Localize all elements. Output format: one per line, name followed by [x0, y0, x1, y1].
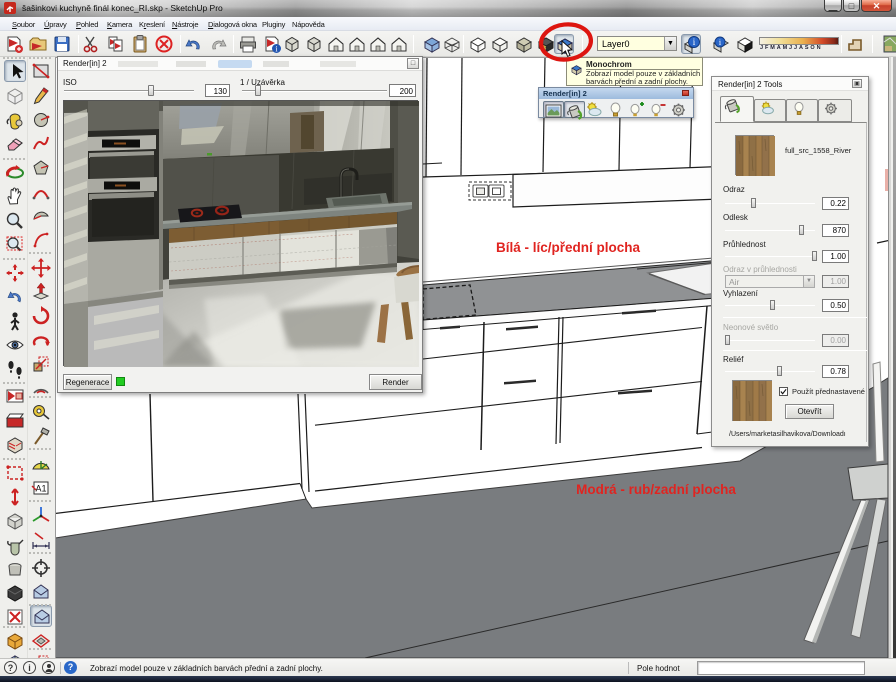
- svg-text:Modrá - rub/zadní plocha: Modrá - rub/zadní plocha: [576, 482, 736, 497]
- svg-text:Bílá - líc/přední plocha: Bílá - líc/přední plocha: [496, 240, 641, 255]
